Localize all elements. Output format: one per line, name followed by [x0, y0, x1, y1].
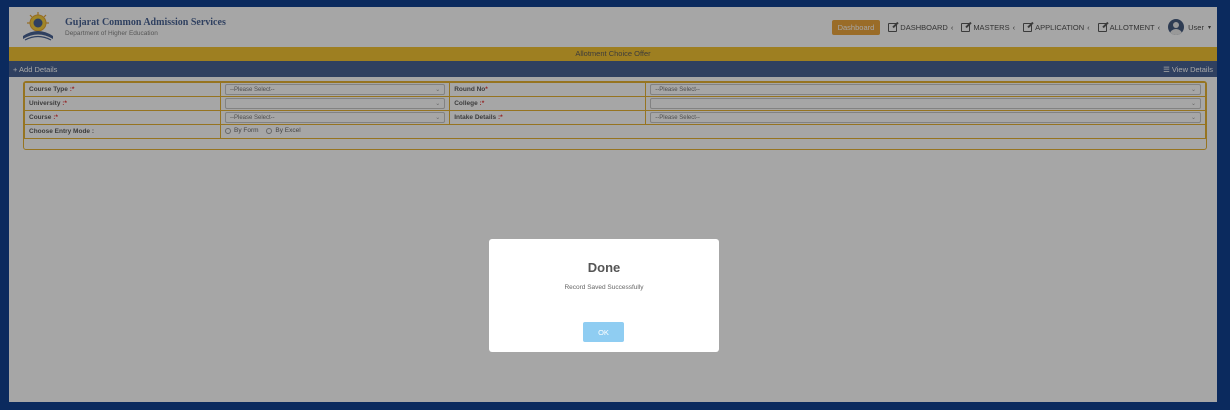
ok-button[interactable]: OK — [583, 322, 624, 342]
app-window: Gujarat Common Admission Services Depart… — [8, 6, 1218, 403]
success-dialog: Done Record Saved Successfully OK — [489, 239, 719, 352]
dialog-title: Done — [587, 260, 621, 275]
dialog-message: Record Saved Successfully — [564, 284, 644, 291]
